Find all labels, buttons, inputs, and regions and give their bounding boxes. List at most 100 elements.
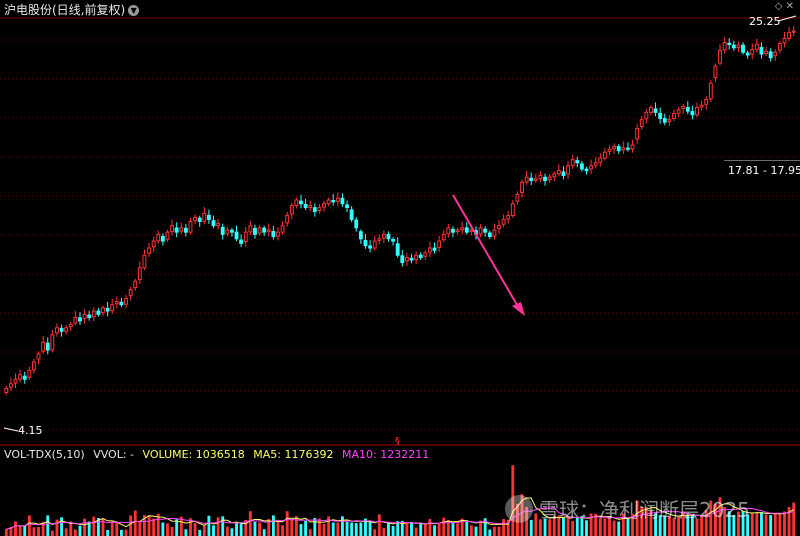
candle	[8, 383, 13, 388]
candle	[128, 289, 133, 296]
volume-bar	[32, 527, 36, 536]
candle	[566, 165, 570, 175]
candle	[662, 118, 667, 123]
candle	[151, 240, 156, 248]
candle	[699, 104, 704, 108]
event-marker[interactable]: §	[395, 436, 400, 447]
volume-bar	[414, 527, 418, 536]
candle	[206, 214, 211, 220]
volume-bar	[391, 526, 395, 536]
volume-bar	[778, 513, 782, 536]
volume-bar	[368, 520, 372, 536]
candle	[418, 254, 423, 259]
candle	[787, 32, 792, 39]
volume-bar	[382, 527, 386, 536]
chart-title[interactable]: 沪电股份(日线,前复权) ▼	[4, 1, 140, 18]
candle	[27, 369, 32, 378]
candle	[579, 163, 584, 170]
volume-bar	[138, 521, 142, 536]
candle	[764, 50, 768, 55]
volume-bar	[322, 523, 326, 536]
candle	[791, 30, 796, 33]
candle	[676, 109, 681, 114]
volume-bar	[147, 515, 151, 536]
volume-bar	[396, 521, 400, 536]
candle	[520, 181, 524, 193]
candle	[584, 168, 589, 172]
candle	[193, 216, 198, 221]
volume-bar	[773, 513, 777, 536]
candle	[483, 228, 488, 233]
candle	[276, 231, 280, 237]
candle	[455, 229, 460, 233]
volume-bar	[769, 515, 773, 536]
candle	[616, 146, 621, 152]
candle	[197, 217, 202, 223]
candle	[91, 310, 96, 318]
volume-bar	[442, 517, 446, 536]
candle	[777, 42, 782, 51]
candle	[423, 252, 428, 257]
candle	[598, 157, 603, 163]
volume-bar	[281, 525, 285, 536]
candle	[96, 310, 101, 315]
candle	[529, 177, 534, 182]
candle	[303, 203, 308, 209]
volume-bar	[377, 514, 381, 536]
candle	[312, 207, 317, 212]
candle	[404, 257, 409, 262]
candle	[782, 37, 787, 44]
candle	[570, 159, 575, 167]
volume-bar	[354, 523, 358, 536]
close-icon[interactable]: ✕	[786, 1, 794, 12]
volume-bar	[170, 526, 174, 536]
candle	[174, 227, 179, 233]
candle	[428, 247, 432, 253]
candle	[409, 257, 414, 261]
candle	[45, 342, 50, 351]
candle	[695, 107, 699, 116]
candle	[685, 107, 690, 112]
volume-bar	[119, 529, 123, 536]
volume-bar	[271, 515, 275, 536]
candle	[68, 323, 73, 328]
candle	[308, 205, 313, 208]
candle	[234, 231, 239, 240]
volume-bar	[50, 530, 54, 536]
volume-bar	[267, 518, 271, 536]
volume-bar	[92, 516, 96, 536]
candle	[36, 353, 41, 360]
candle	[170, 225, 174, 233]
volume-bar	[423, 524, 427, 536]
volume-bar	[336, 522, 340, 536]
volume-bar	[230, 528, 234, 536]
volume-bar	[410, 522, 413, 536]
candle	[759, 46, 764, 55]
candle	[745, 52, 750, 56]
volume-indicator-name[interactable]: VOL-TDX(5,10)	[4, 448, 85, 461]
candle	[280, 225, 285, 233]
volume-bar	[465, 520, 469, 536]
high-price-label: 25.25	[749, 15, 781, 28]
candle	[630, 144, 635, 150]
candle	[299, 200, 303, 205]
volume-bar	[46, 515, 50, 536]
candle	[124, 298, 128, 305]
candle	[41, 341, 46, 352]
candle	[349, 209, 354, 220]
diamond-icon[interactable]: ◇	[775, 1, 783, 12]
volume-bar	[456, 523, 459, 536]
volume-bar	[106, 529, 110, 536]
candle	[294, 199, 299, 206]
chevron-down-icon[interactable]: ▼	[128, 5, 140, 16]
volume-bar	[27, 515, 31, 536]
candle	[345, 204, 349, 209]
volume-bar	[308, 529, 312, 536]
low-pointer	[3, 427, 19, 432]
volume-bar	[161, 522, 165, 536]
candle	[156, 233, 161, 242]
candle	[257, 227, 262, 234]
candle	[271, 231, 276, 238]
volume-bar	[115, 522, 119, 536]
candle	[400, 255, 405, 264]
